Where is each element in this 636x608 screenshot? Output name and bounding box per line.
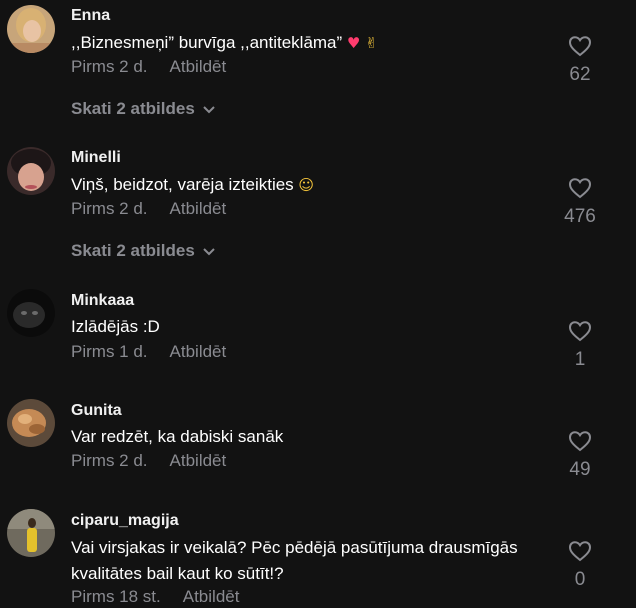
timestamp: Pirms 18 st. xyxy=(71,587,161,606)
pink-heart-icon: ♥ xyxy=(346,34,361,52)
like-count: 62 xyxy=(569,64,591,85)
reply-button[interactable]: Atbildēt xyxy=(170,342,227,361)
view-replies-label: Skati 2 atbildes xyxy=(71,99,195,118)
comment-text: Izlādējās :D xyxy=(71,314,551,340)
avatar[interactable] xyxy=(7,147,55,195)
comment-text-body: Izlādējās :D xyxy=(71,317,160,336)
username[interactable]: Minelli xyxy=(71,149,121,167)
comment-text-body: Viņš, beidzot, varēja izteikties xyxy=(71,175,294,194)
comment-text-body: Var redzēt, ka dabiski sanāk xyxy=(71,427,284,446)
username[interactable]: Enna xyxy=(71,7,110,25)
username[interactable]: Minkaaa xyxy=(71,292,134,310)
avatar[interactable] xyxy=(7,289,55,337)
heart-icon[interactable] xyxy=(568,35,592,57)
comment-text-body: Vai virsjakas ir veikalā? Pēc pēdējā pas… xyxy=(71,538,518,583)
like-count: 49 xyxy=(569,459,591,480)
avatar[interactable] xyxy=(7,399,55,447)
comment-text: Vai virsjakas ir veikalā? Pēc pēdējā pas… xyxy=(71,535,551,587)
comment-meta: Pirms 1 d. Atbildēt xyxy=(71,342,226,362)
reply-button[interactable]: Atbildēt xyxy=(170,57,227,76)
avatar[interactable] xyxy=(7,5,55,53)
timestamp: Pirms 2 d. xyxy=(71,451,148,470)
heart-icon[interactable] xyxy=(568,320,592,342)
like-button[interactable]: 49 xyxy=(556,430,604,481)
username[interactable]: ciparu_magija xyxy=(71,512,179,530)
like-count: 1 xyxy=(574,349,586,370)
comment-text: ,,Biznesmeņi” burvīga ,,antiteklāma” ♥ ✌ xyxy=(71,30,551,56)
reply-button[interactable]: Atbildēt xyxy=(170,199,227,218)
reply-button[interactable]: Atbildēt xyxy=(170,451,227,470)
chevron-down-icon xyxy=(203,247,215,255)
view-replies-button[interactable]: Skati 2 atbildes xyxy=(71,241,215,261)
comment-meta: Pirms 18 st. Atbildēt xyxy=(71,587,239,607)
comment-text: Viņš, beidzot, varēja izteikties ☺ xyxy=(71,172,551,198)
like-count: 476 xyxy=(564,206,596,227)
timestamp: Pirms 2 d. xyxy=(71,57,148,76)
like-button[interactable]: 0 xyxy=(556,540,604,591)
comment-text-body: ,,Biznesmeņi” burvīga ,,antiteklāma” xyxy=(71,33,343,52)
username[interactable]: Gunita xyxy=(71,402,122,420)
chevron-down-icon xyxy=(203,105,215,113)
comment-meta: Pirms 2 d. Atbildēt xyxy=(71,57,226,77)
ok-hand-icon: ✌ xyxy=(365,34,378,52)
reply-button[interactable]: Atbildēt xyxy=(183,587,240,606)
comment-meta: Pirms 2 d. Atbildēt xyxy=(71,199,226,219)
comment-meta: Pirms 2 d. Atbildēt xyxy=(71,451,226,471)
heart-icon[interactable] xyxy=(568,430,592,452)
timestamp: Pirms 2 d. xyxy=(71,199,148,218)
laughing-face-icon: ☺ xyxy=(298,176,315,194)
heart-icon[interactable] xyxy=(568,177,592,199)
heart-icon[interactable] xyxy=(568,540,592,562)
like-button[interactable]: 62 xyxy=(556,35,604,86)
avatar[interactable] xyxy=(7,509,55,557)
like-button[interactable]: 1 xyxy=(556,320,604,371)
like-button[interactable]: 476 xyxy=(556,177,604,228)
timestamp: Pirms 1 d. xyxy=(71,342,148,361)
view-replies-label: Skati 2 atbildes xyxy=(71,241,195,260)
like-count: 0 xyxy=(574,569,586,590)
comment-text: Var redzēt, ka dabiski sanāk xyxy=(71,424,551,450)
view-replies-button[interactable]: Skati 2 atbildes xyxy=(71,99,215,119)
